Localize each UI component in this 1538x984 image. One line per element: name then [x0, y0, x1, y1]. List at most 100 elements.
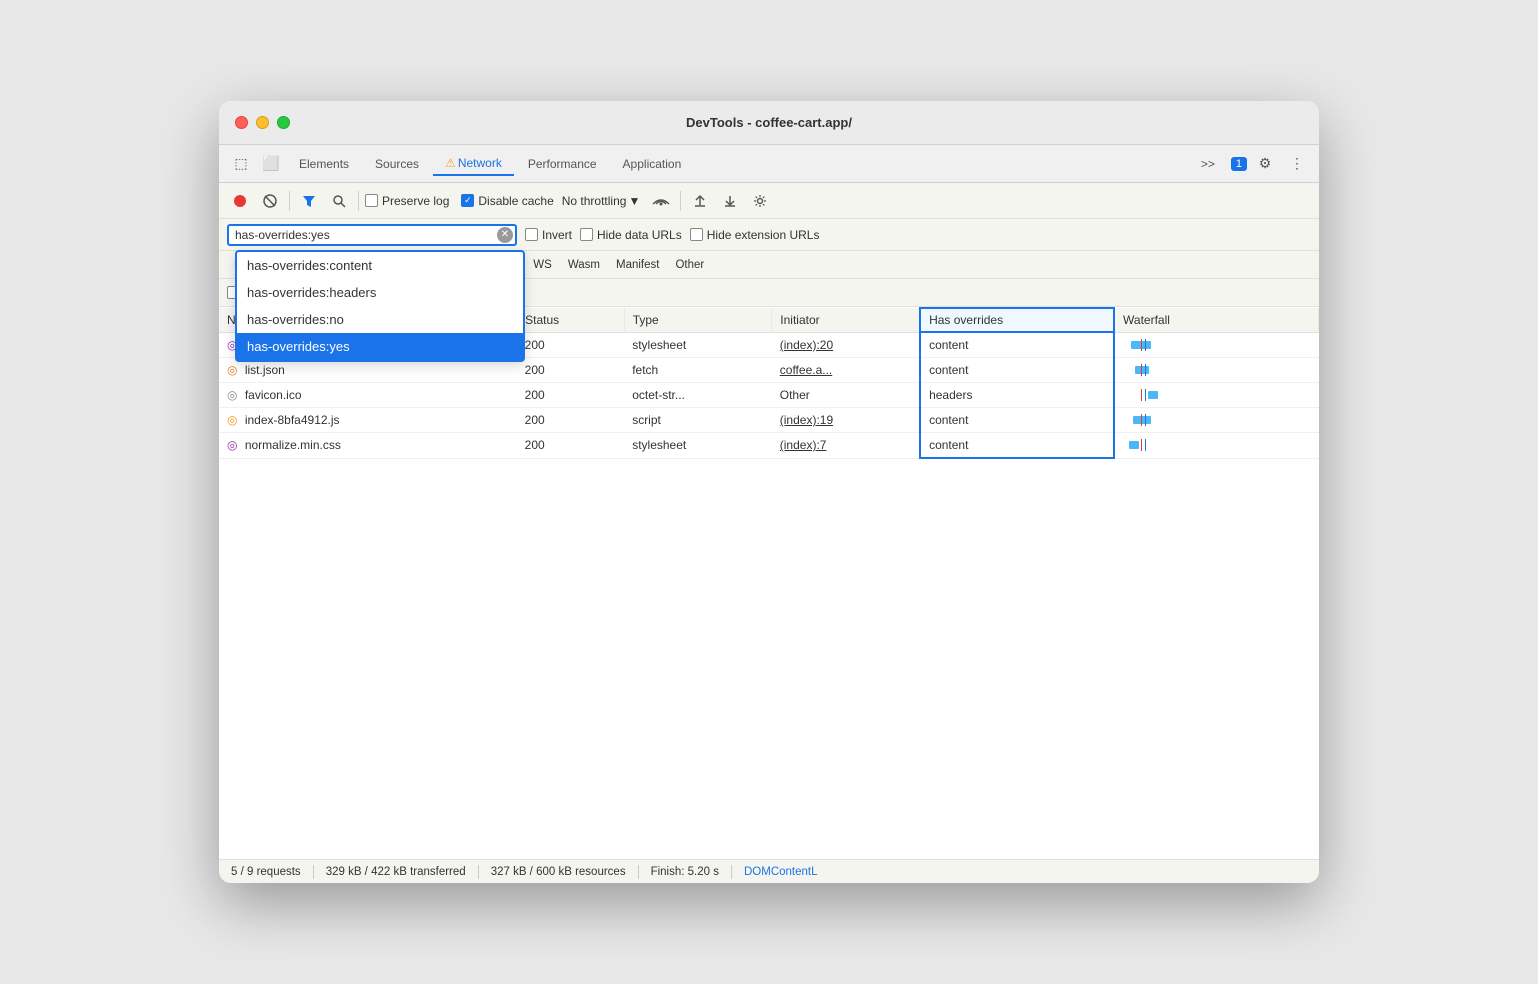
maximize-button[interactable]: [277, 116, 290, 129]
cell-type: fetch: [624, 358, 772, 383]
cell-overrides: content: [920, 332, 1114, 358]
cell-status: 200: [517, 358, 625, 383]
cell-name: ◎ favicon.ico: [219, 383, 517, 408]
preserve-log-checkbox[interactable]: [365, 194, 378, 207]
tab-performance[interactable]: Performance: [516, 153, 609, 175]
throttle-select[interactable]: No throttling ▼: [558, 192, 645, 210]
table-row[interactable]: ◎ favicon.ico 200 octet-str... Other hea…: [219, 383, 1319, 408]
type-other[interactable]: Other: [668, 258, 711, 272]
autocomplete-item-yes[interactable]: has-overrides:yes: [237, 333, 523, 360]
titlebar: DevTools - coffee-cart.app/: [219, 101, 1319, 145]
cell-name: ◎ normalize.min.css: [219, 433, 517, 459]
col-initiator[interactable]: Initiator: [772, 308, 920, 332]
js-file-icon: ◎: [227, 413, 237, 427]
resources-size: 327 kB / 600 kB resources: [491, 866, 626, 878]
settings-gear-icon[interactable]: [747, 188, 773, 214]
transferred-size: 329 kB / 422 kB transferred: [326, 866, 466, 878]
search-button[interactable]: [326, 188, 352, 214]
hide-data-urls-checkbox[interactable]: [580, 228, 593, 241]
css-file-icon-2: ◎: [227, 438, 237, 452]
col-has-overrides[interactable]: Has overrides: [920, 308, 1114, 332]
disable-cache-checkbox[interactable]: ✓: [461, 194, 474, 207]
divider-1: [289, 191, 290, 211]
cell-waterfall: [1114, 433, 1318, 459]
settings-icon[interactable]: ⚙: [1251, 150, 1279, 178]
filter-clear-button[interactable]: ✕: [497, 227, 513, 243]
tab-application[interactable]: Application: [611, 153, 694, 175]
invert-label[interactable]: Invert: [525, 228, 572, 242]
upload-icon[interactable]: [687, 188, 713, 214]
cell-type: stylesheet: [624, 433, 772, 459]
filter-toggle-button[interactable]: [296, 188, 322, 214]
hide-ext-urls-label[interactable]: Hide extension URLs: [690, 228, 820, 242]
more-options-icon[interactable]: ⋮: [1283, 150, 1311, 178]
cell-waterfall: [1114, 358, 1318, 383]
table-row[interactable]: ◎ index-8bfa4912.js 200 script (index):1…: [219, 408, 1319, 433]
col-waterfall[interactable]: Waterfall: [1114, 308, 1318, 332]
cell-initiator: (index):19: [772, 408, 920, 433]
type-wasm[interactable]: Wasm: [561, 258, 607, 272]
statusbar: 5 / 9 requests 329 kB / 422 kB transferr…: [219, 859, 1319, 883]
traffic-lights: [235, 116, 290, 129]
filter-input[interactable]: [227, 224, 517, 246]
minimize-button[interactable]: [256, 116, 269, 129]
toolbar: Preserve log ✓ Disable cache No throttli…: [219, 183, 1319, 219]
cell-initiator: (index):7: [772, 433, 920, 459]
divider-3: [680, 191, 681, 211]
network-table[interactable]: Name Status Type Initiator Has overrides…: [219, 307, 1319, 859]
col-status[interactable]: Status: [517, 308, 625, 332]
inspect-icon[interactable]: ⬚: [227, 150, 255, 178]
download-icon[interactable]: [717, 188, 743, 214]
network-conditions-icon[interactable]: [648, 188, 674, 214]
cell-status: 200: [517, 408, 625, 433]
device-icon[interactable]: ⬜: [257, 150, 285, 178]
warning-icon: ⚠: [445, 156, 456, 170]
requests-count: 5 / 9 requests: [231, 866, 301, 878]
tab-network[interactable]: ⚠Network: [433, 152, 514, 176]
col-type[interactable]: Type: [624, 308, 772, 332]
main-content: Name Status Type Initiator Has overrides…: [219, 307, 1319, 883]
autocomplete-item-no[interactable]: has-overrides:no: [237, 306, 523, 333]
stop-recording-button[interactable]: [227, 188, 253, 214]
domcontent-link[interactable]: DOMContentL: [744, 866, 818, 878]
console-badge[interactable]: 1: [1231, 157, 1247, 171]
hide-ext-urls-checkbox[interactable]: [690, 228, 703, 241]
tab-sources[interactable]: Sources: [363, 153, 431, 175]
divider-2: [358, 191, 359, 211]
window-title: DevTools - coffee-cart.app/: [686, 115, 852, 130]
tab-right-icons: >> 1 ⚙ ⋮: [1189, 150, 1311, 178]
cell-overrides: headers: [920, 383, 1114, 408]
autocomplete-dropdown: has-overrides:content has-overrides:head…: [235, 250, 525, 362]
cell-status: 200: [517, 433, 625, 459]
cell-initiator: coffee.a...: [772, 358, 920, 383]
type-ws[interactable]: WS: [526, 258, 559, 272]
cell-initiator: (index):20: [772, 332, 920, 358]
cell-type: octet-str...: [624, 383, 772, 408]
filterbar: ✕ has-overrides:content has-overrides:he…: [219, 219, 1319, 251]
table-row[interactable]: ◎ normalize.min.css 200 stylesheet (inde…: [219, 433, 1319, 459]
cell-name: ◎ index-8bfa4912.js: [219, 408, 517, 433]
tabbar: ⬚ ⬜ Elements Sources ⚠Network Performanc…: [219, 145, 1319, 183]
autocomplete-item-content[interactable]: has-overrides:content: [237, 252, 523, 279]
hide-data-urls-label[interactable]: Hide data URLs: [580, 228, 682, 242]
cell-waterfall: [1114, 383, 1318, 408]
tab-elements[interactable]: Elements: [287, 153, 361, 175]
disable-cache-label[interactable]: ✓ Disable cache: [461, 194, 553, 208]
invert-checkbox[interactable]: [525, 228, 538, 241]
ico-file-icon: ◎: [227, 388, 237, 402]
cell-overrides: content: [920, 433, 1114, 459]
clear-button[interactable]: [257, 188, 283, 214]
cell-overrides: content: [920, 358, 1114, 383]
preserve-log-label[interactable]: Preserve log: [365, 194, 449, 208]
more-tabs-button[interactable]: >>: [1189, 153, 1227, 175]
filter-input-wrapper: ✕ has-overrides:content has-overrides:he…: [227, 224, 517, 246]
json-file-icon: ◎: [227, 363, 237, 377]
cell-overrides: content: [920, 408, 1114, 433]
close-button[interactable]: [235, 116, 248, 129]
cell-status: 200: [517, 332, 625, 358]
autocomplete-item-headers[interactable]: has-overrides:headers: [237, 279, 523, 306]
finish-time: Finish: 5.20 s: [651, 866, 719, 878]
cell-type: script: [624, 408, 772, 433]
cell-waterfall: [1114, 332, 1318, 358]
type-manifest[interactable]: Manifest: [609, 258, 666, 272]
